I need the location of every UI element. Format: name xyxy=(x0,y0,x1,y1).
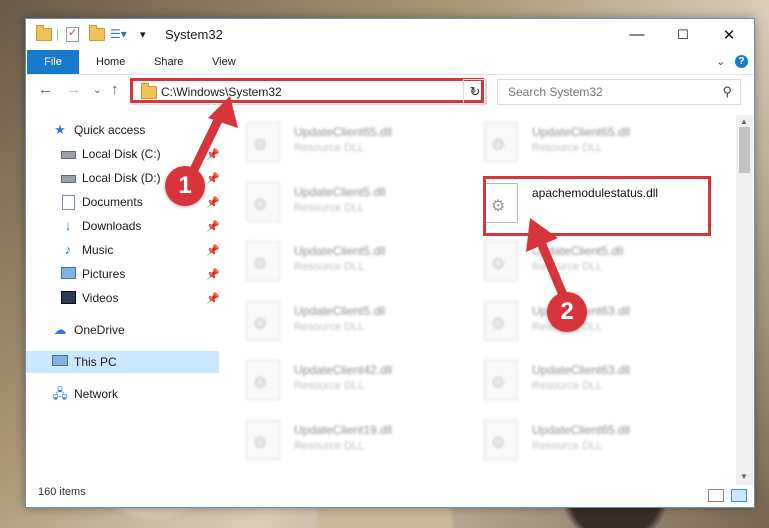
step-2-badge: 2 xyxy=(547,292,587,332)
step-1-badge: 1 xyxy=(165,166,205,206)
annotation-arrows xyxy=(185,96,571,307)
